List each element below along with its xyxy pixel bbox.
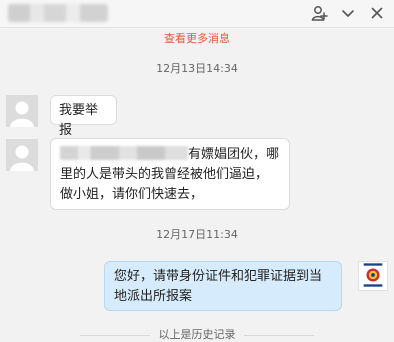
redacted-text [60,146,188,160]
message-bubble-received: 有嫖娼团伙，哪里的人是带头的我曾经被他们逼迫，做小姐，请你们快速去， [50,138,290,210]
police-badge-icon [363,263,383,287]
avatar[interactable] [6,95,38,127]
title-bar [0,0,394,28]
message-list: 查看更多消息 12月13日14:34 我要举报 有嫖娼团伙，哪里的人是带头的我曾… [0,29,394,342]
message-bubble-received: 我要举报 [50,95,117,138]
contact-name-redacted [8,4,108,22]
add-user-icon [311,6,328,21]
history-divider: 以上是历史记录 [0,328,394,342]
close-icon [371,7,383,19]
chat-window: 查看更多消息 12月13日14:34 我要举报 有嫖娼团伙，哪里的人是带头的我曾… [0,0,394,342]
police-avatar[interactable] [358,261,388,291]
more-options-button[interactable] [337,3,359,23]
default-user-icon [10,145,34,171]
default-user-icon [10,101,34,127]
message-timestamp: 12月17日11:34 [156,228,238,241]
close-button[interactable] [366,3,388,23]
add-user-button[interactable] [308,3,330,23]
message-bubble-sent: 您好，请带身份证件和犯罪证据到当地派出所报案 [104,261,342,311]
chevron-down-icon [342,10,354,17]
avatar[interactable] [6,139,38,171]
view-more-messages-link[interactable]: 查看更多消息 [0,32,394,46]
message-timestamp: 12月13日14:34 [156,62,238,75]
